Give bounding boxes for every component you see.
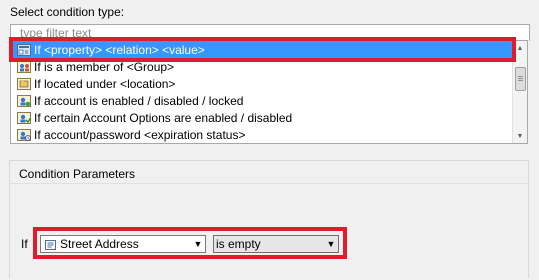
- account-status-icon: [17, 94, 32, 108]
- location-icon: [17, 77, 32, 91]
- list-item-label: If certain Account Options are enabled /…: [34, 110, 293, 125]
- field-icon: [45, 239, 57, 250]
- condition-type-label: Select condition type:: [10, 5, 125, 19]
- expiration-icon: [17, 128, 32, 142]
- condition-type-list[interactable]: If <property> <relation> <value> If is a…: [10, 40, 528, 144]
- list-item[interactable]: If located under <location>: [11, 75, 514, 92]
- scroll-up-icon[interactable]: ▲: [513, 41, 527, 55]
- list-item-label: If located under <location>: [34, 76, 176, 91]
- group-member-icon: [17, 60, 32, 74]
- scroll-down-icon[interactable]: ▼: [513, 129, 527, 143]
- list-item[interactable]: If certain Account Options are enabled /…: [11, 109, 514, 126]
- list-item-label: If account/password <expiration status>: [34, 127, 246, 142]
- scroll-thumb[interactable]: [515, 67, 526, 91]
- chevron-down-icon[interactable]: ▼: [324, 239, 338, 249]
- condition-parameters-title: Condition Parameters: [19, 167, 136, 181]
- property-dropdown[interactable]: Street Address ▼: [40, 235, 206, 253]
- list-item[interactable]: If account is enabled / disabled / locke…: [11, 92, 514, 109]
- list-item-label: If is a member of <Group>: [34, 59, 175, 74]
- relation-dropdown-value: is empty: [216, 237, 261, 251]
- filter-field[interactable]: [10, 24, 530, 41]
- group-divider: [10, 183, 528, 184]
- filter-input[interactable]: [11, 25, 529, 41]
- list-item[interactable]: If <property> <relation> <value>: [11, 41, 514, 58]
- list-item[interactable]: If account/password <expiration status>: [11, 126, 514, 143]
- relation-dropdown[interactable]: is empty ▼: [213, 235, 339, 253]
- condition-editor: Select condition type: If <property> <re…: [0, 0, 539, 280]
- if-label: If: [21, 237, 28, 251]
- property-condition-icon: [17, 43, 32, 57]
- property-dropdown-value: Street Address: [60, 237, 139, 251]
- list-scrollbar[interactable]: ▲ ▼: [512, 41, 527, 143]
- list-item[interactable]: If is a member of <Group>: [11, 58, 514, 75]
- chevron-down-icon[interactable]: ▼: [191, 239, 205, 249]
- list-item-label: If <property> <relation> <value>: [34, 42, 205, 57]
- account-options-icon: [17, 111, 32, 125]
- list-item-label: If account is enabled / disabled / locke…: [34, 93, 244, 108]
